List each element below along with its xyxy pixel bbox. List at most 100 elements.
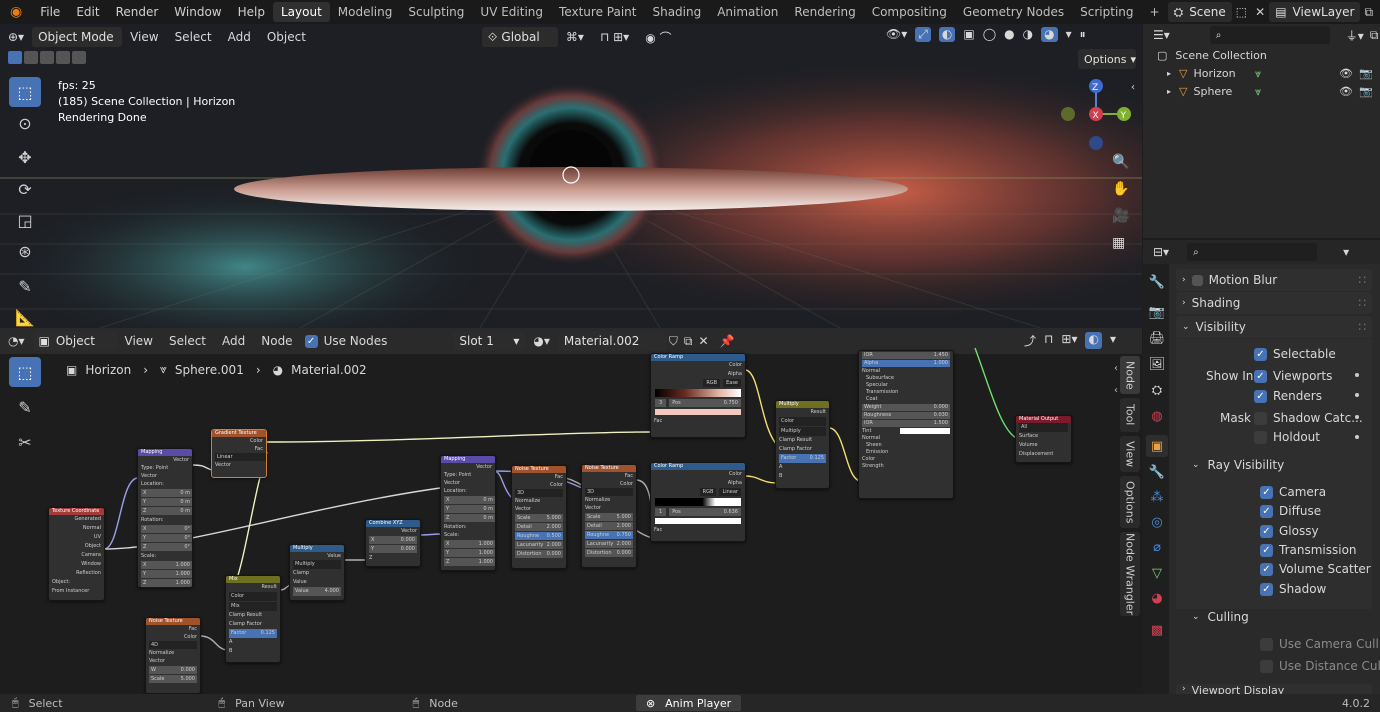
clamp-result-toggle[interactable]: Clamp Result xyxy=(229,611,277,620)
emission-panel[interactable]: Emission xyxy=(862,449,950,456)
workspace-tab-modeling[interactable]: Modeling xyxy=(330,2,401,22)
ray-volume-scatter-checkbox[interactable]: ✓ xyxy=(1260,562,1273,576)
ramp-gradient-bar[interactable] xyxy=(655,498,741,506)
stop-index-field[interactable]: 3 xyxy=(655,399,667,407)
navigation-gizmo[interactable]: Z Y X xyxy=(1056,74,1136,154)
tool-settings-tab-icon[interactable]: 🔧 xyxy=(1146,271,1168,293)
shading-options-icon[interactable]: ▾ xyxy=(1066,27,1072,42)
motion-blur-checkbox[interactable] xyxy=(1191,274,1203,286)
detail-field[interactable]: Detail 2.000 xyxy=(585,522,633,530)
use-distance-cull-checkbox[interactable] xyxy=(1260,659,1273,673)
normalize-toggle[interactable]: Normalize xyxy=(149,649,197,657)
clamp-factor-toggle[interactable]: Clamp Factor xyxy=(229,620,277,629)
factor-field[interactable]: Factor 0.125 xyxy=(779,454,826,463)
ray-glossy-row[interactable]: ✓ Glossy xyxy=(1260,521,1319,541)
select-intersect-icon[interactable] xyxy=(72,51,86,64)
output-vector[interactable]: Vector xyxy=(366,527,420,535)
blender-logo-icon[interactable]: ◉ xyxy=(0,0,32,24)
dimensions-dropdown[interactable]: 4D xyxy=(149,641,197,649)
scale-x[interactable]: X 1.000 xyxy=(141,561,192,569)
gradient-type-dropdown[interactable]: Linear xyxy=(215,453,266,461)
location-z[interactable]: Z 0 m xyxy=(141,507,192,515)
input-displacement[interactable]: Displacement xyxy=(1019,450,1068,459)
drag-handle-icon[interactable]: ∷ xyxy=(1358,320,1366,334)
rotation-y[interactable]: Y 0° xyxy=(141,534,192,542)
shading-material-icon[interactable]: ◑ xyxy=(1023,27,1033,42)
normalize-toggle[interactable]: Normalize xyxy=(585,496,633,504)
zoom-icon[interactable]: 🔍 xyxy=(1112,154,1129,170)
ray-volume-scatter-row[interactable]: ✓ Volume Scatter xyxy=(1260,559,1371,579)
output-color[interactable]: Color xyxy=(582,480,633,488)
measure-tool[interactable]: 📐 xyxy=(9,302,41,328)
input-a[interactable]: A xyxy=(229,638,277,647)
modifiers-tab-icon[interactable]: 🔧 xyxy=(1146,461,1168,483)
modifier-icon[interactable]: ⩔ xyxy=(1255,67,1261,81)
ray-diffuse-row[interactable]: ✓ Diffuse xyxy=(1260,501,1321,521)
physics-tab-icon[interactable]: ◎ xyxy=(1146,511,1168,533)
input-b[interactable]: B xyxy=(229,647,277,656)
menu-window[interactable]: Window xyxy=(166,0,229,24)
shading-wireframe-icon[interactable]: ◯ xyxy=(983,27,996,42)
side-tab-options[interactable]: Options xyxy=(1120,476,1140,528)
detail-field[interactable]: Detail 2.000 xyxy=(515,523,563,531)
output-tab-icon[interactable]: 🖨 xyxy=(1146,327,1168,349)
socket-generated[interactable]: Generated xyxy=(49,515,101,524)
output-color[interactable]: Color xyxy=(146,633,197,641)
lacunarity-field[interactable]: Lacunarity 2.000 xyxy=(515,541,563,549)
perspective-toggle-icon[interactable]: ▦ xyxy=(1112,235,1125,251)
close-report-icon[interactable]: ⊗ xyxy=(646,697,655,710)
outliner-new-collection-icon[interactable]: ⧉ xyxy=(1370,28,1379,43)
use-distance-cull-row[interactable]: Use Distance Cull xyxy=(1260,656,1380,676)
dimensions-dropdown[interactable]: 3D xyxy=(515,489,563,497)
sidebar-toggle-arrow-icon[interactable]: ‹ xyxy=(1131,82,1135,93)
selectable-checkbox[interactable]: ✓ xyxy=(1254,347,1267,361)
socket-normal[interactable]: Normal xyxy=(49,524,101,533)
output-color[interactable]: Color xyxy=(651,361,742,370)
workspace-tab-shading[interactable]: Shading xyxy=(644,2,709,22)
clamp-result-toggle[interactable]: Clamp Result xyxy=(779,436,826,445)
input-vector[interactable]: Vector xyxy=(515,505,563,513)
ray-diffuse-checkbox[interactable]: ✓ xyxy=(1260,504,1273,518)
input-vector[interactable]: Vector xyxy=(149,657,197,665)
node-noise-texture-3[interactable]: Noise Texture Fac Color 4D Normalize Vec… xyxy=(145,617,201,694)
object-tab-icon[interactable]: ▣ xyxy=(1146,435,1168,457)
side-tab-arrows-icon[interactable]: ‹ ‹ xyxy=(1114,358,1118,402)
workspace-tab-sculpting[interactable]: Sculpting xyxy=(400,2,472,22)
render-camera-icon[interactable]: 📷 xyxy=(1359,67,1373,80)
location-y[interactable]: Y 0 m xyxy=(444,505,495,513)
ray-glossy-checkbox[interactable]: ✓ xyxy=(1260,524,1273,538)
ray-camera-checkbox[interactable]: ✓ xyxy=(1260,485,1273,499)
shadow-catcher-row[interactable]: Shadow Catc... xyxy=(1254,408,1363,428)
output-alpha[interactable]: Alpha xyxy=(651,479,742,488)
drag-handle-icon[interactable]: ∷ xyxy=(1358,296,1366,310)
holdout-row[interactable]: Holdout xyxy=(1254,427,1320,447)
scene-selector[interactable]: ⛭ Scene xyxy=(1167,2,1232,22)
emission-strength[interactable]: Strength xyxy=(862,463,950,470)
blend-mode-dropdown[interactable]: Multiply xyxy=(779,427,826,436)
pan-icon[interactable]: ✋ xyxy=(1112,181,1129,197)
rotate-tool[interactable]: ⟳ xyxy=(9,174,41,204)
scale-field[interactable]: Scale 5.000 xyxy=(585,513,633,521)
clamp-toggle[interactable]: Clamp xyxy=(293,569,341,578)
ray-visibility-subpanel[interactable]: ⌄ Ray Visibility xyxy=(1192,455,1284,475)
view-layer-selector[interactable]: ▤ ViewLayer xyxy=(1269,2,1361,22)
socket-uv[interactable]: UV xyxy=(49,533,101,542)
socket-window[interactable]: Window xyxy=(49,560,101,569)
alpha-field[interactable]: Alpha 1.000 xyxy=(862,360,950,367)
specular-panel[interactable]: Specular xyxy=(862,382,950,389)
select-subtract-icon[interactable] xyxy=(40,51,54,64)
scale-tool[interactable]: ◲ xyxy=(9,205,41,235)
data-type-dropdown[interactable]: Color xyxy=(229,592,277,601)
location-x[interactable]: X 0 m xyxy=(444,496,495,504)
coat-weight-field[interactable]: Weight 0.000 xyxy=(862,404,950,411)
scene-tab-icon[interactable]: ⛭ xyxy=(1146,379,1168,401)
scale-y[interactable]: Y 1.000 xyxy=(444,549,495,557)
side-tab-tool[interactable]: Tool xyxy=(1120,398,1140,432)
view-layer-copy-icon[interactable]: ⧉ xyxy=(1360,0,1377,24)
snap-icon[interactable]: ⊓ ⊞▾ xyxy=(592,30,637,44)
node-mapping-1[interactable]: Mapping Vector Type: Point Vector Locati… xyxy=(137,448,193,588)
select-box-tool[interactable]: ⬚ xyxy=(9,77,41,107)
workspace-tab-geometry-nodes[interactable]: Geometry Nodes xyxy=(955,2,1072,22)
coat-normal[interactable]: Normal xyxy=(862,435,950,442)
output-fac[interactable]: Fac xyxy=(146,625,197,633)
